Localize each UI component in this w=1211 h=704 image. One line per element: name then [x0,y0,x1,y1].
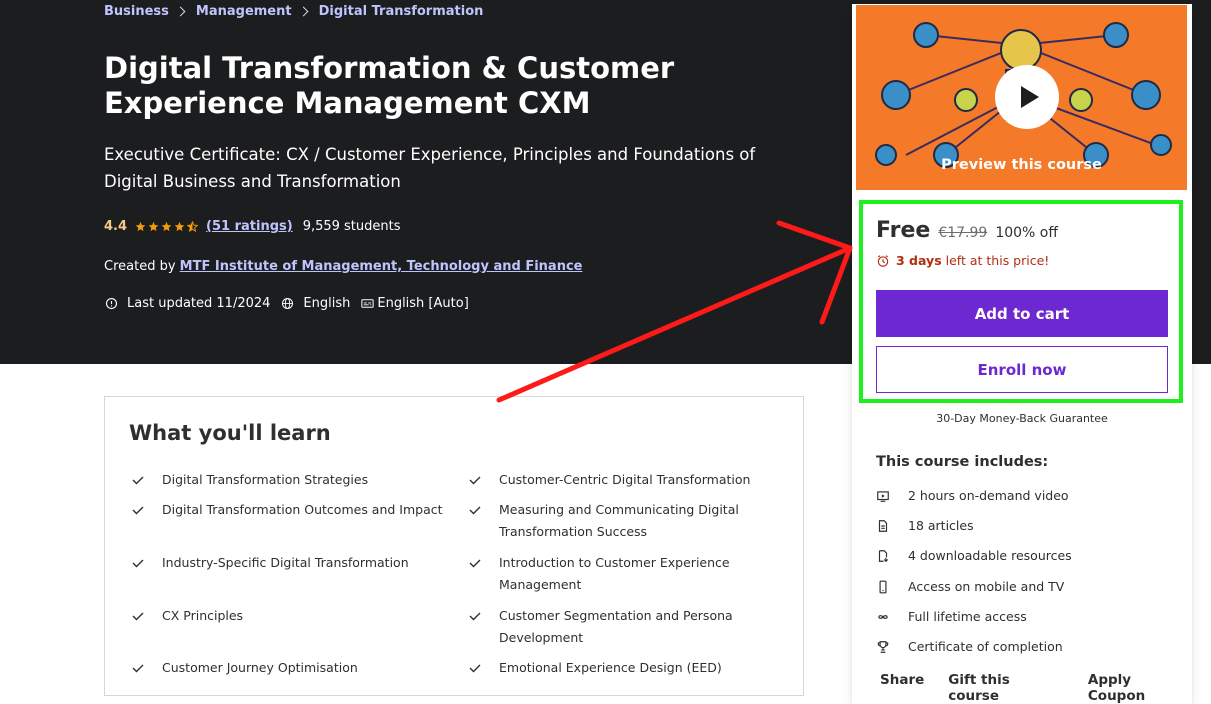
share-link[interactable]: Share [880,672,924,704]
course-preview[interactable]: Preview this course [856,5,1187,190]
breadcrumb-management[interactable]: Management [196,4,292,19]
check-icon [469,612,481,621]
learn-item: Customer Journey Optimisation [131,657,451,679]
check-icon [132,664,144,673]
star-icon [174,221,185,232]
students-count: 9,559 students [302,219,401,234]
video-icon [877,490,889,502]
include-item-lifetime: Full lifetime access [876,609,1027,624]
enroll-now-button[interactable]: Enroll now [876,346,1168,393]
breadcrumb-digital-transformation[interactable]: Digital Transformation [319,4,484,19]
learn-title: What you'll learn [129,421,331,445]
check-icon [132,559,144,568]
half-star-icon [187,221,199,232]
discount-percent: 100% off [995,225,1058,241]
include-item-resources: 4 downloadable resources [876,548,1072,563]
price-row: Free €17.99 100% off [876,218,1058,243]
original-price: €17.99 [938,225,988,241]
apply-coupon-link[interactable]: Apply Coupon [1088,672,1192,704]
captions-text: English [Auto] [377,296,469,311]
created-by-label: Created by [104,259,176,274]
current-price: Free [876,218,931,243]
star-icon [135,221,146,232]
timer-text: left at this price! [945,253,1050,268]
learn-item: Measuring and Communicating Digital Tran… [468,499,748,543]
language: English [280,296,350,311]
money-back-guarantee: 30-Day Money-Back Guarantee [936,412,1108,425]
include-item-video: 2 hours on-demand video [876,488,1069,503]
trophy-icon [877,640,889,653]
sidebar-links: Share Gift this course Apply Coupon [880,672,1192,704]
alarm-clock-icon [877,254,889,267]
course-meta: Last updated 11/2024 English English [Au… [104,296,479,311]
play-icon [1021,86,1039,108]
play-button[interactable] [995,65,1059,129]
check-icon [469,506,481,515]
add-to-cart-button[interactable]: Add to cart [876,290,1168,337]
include-item-certificate: Certificate of completion [876,639,1063,654]
learn-item: Digital Transformation Strategies [131,469,451,491]
timer-days: 3 days [896,253,942,268]
created-by: Created by MTF Institute of Management, … [104,259,582,274]
what-you-learn: What you'll learn Digital Transformation… [104,396,804,696]
ratings-count-link[interactable]: (51 ratings) [206,219,293,234]
breadcrumb-business[interactable]: Business [104,4,169,19]
mobile-icon [879,580,887,593]
author-link[interactable]: MTF Institute of Management, Technology … [180,259,583,274]
last-updated: Last updated 11/2024 [104,296,270,311]
rating-row: 4.4 (51 ratings) 9,559 students [104,219,401,234]
check-icon [469,664,481,673]
globe-icon [282,298,294,309]
learn-item: Customer Segmentation and Persona Develo… [468,605,738,649]
breadcrumb: Business Management Digital Transformati… [104,4,483,19]
star-icon [161,221,172,232]
chevron-right-icon [175,6,186,17]
learn-item: Emotional Experience Design (EED) [468,657,768,679]
learn-item: Customer-Centric Digital Transformation [468,469,768,491]
star-icon [148,221,159,232]
learn-item: CX Principles [131,605,451,627]
infinity-icon [878,614,888,619]
article-icon [878,519,888,532]
learn-item: Introduction to Customer Experience Mana… [468,552,738,596]
check-icon [132,612,144,621]
preview-label: Preview this course [941,157,1102,173]
check-icon [132,476,144,485]
language-text: English [303,296,351,311]
includes-title: This course includes: [876,454,1049,470]
rating-value: 4.4 [104,219,128,234]
learn-item: Digital Transformation Outcomes and Impa… [131,499,451,521]
include-item-mobile: Access on mobile and TV [876,579,1064,594]
star-rating [135,221,199,232]
gift-course-link[interactable]: Gift this course [948,672,1064,704]
check-icon [132,506,144,515]
purchase-sidebar: Preview this course Free €17.99 100% off… [852,4,1192,704]
include-item-articles: 18 articles [876,518,974,533]
last-updated-text: Last updated 11/2024 [127,296,271,311]
learn-item: Industry-Specific Digital Transformation [131,552,451,574]
chevron-right-icon [298,6,309,17]
price-timer: 3 days left at this price! [876,253,1049,268]
course-subtitle: Executive Certificate: CX / Customer Exp… [104,145,756,191]
course-title: Digital Transformation & Customer Experi… [104,51,675,120]
captions-icon [361,299,374,308]
download-icon [878,549,889,562]
captions: English [Auto] [360,296,469,311]
check-icon [469,476,481,485]
check-icon [469,559,481,568]
alert-badge-icon [105,297,118,310]
